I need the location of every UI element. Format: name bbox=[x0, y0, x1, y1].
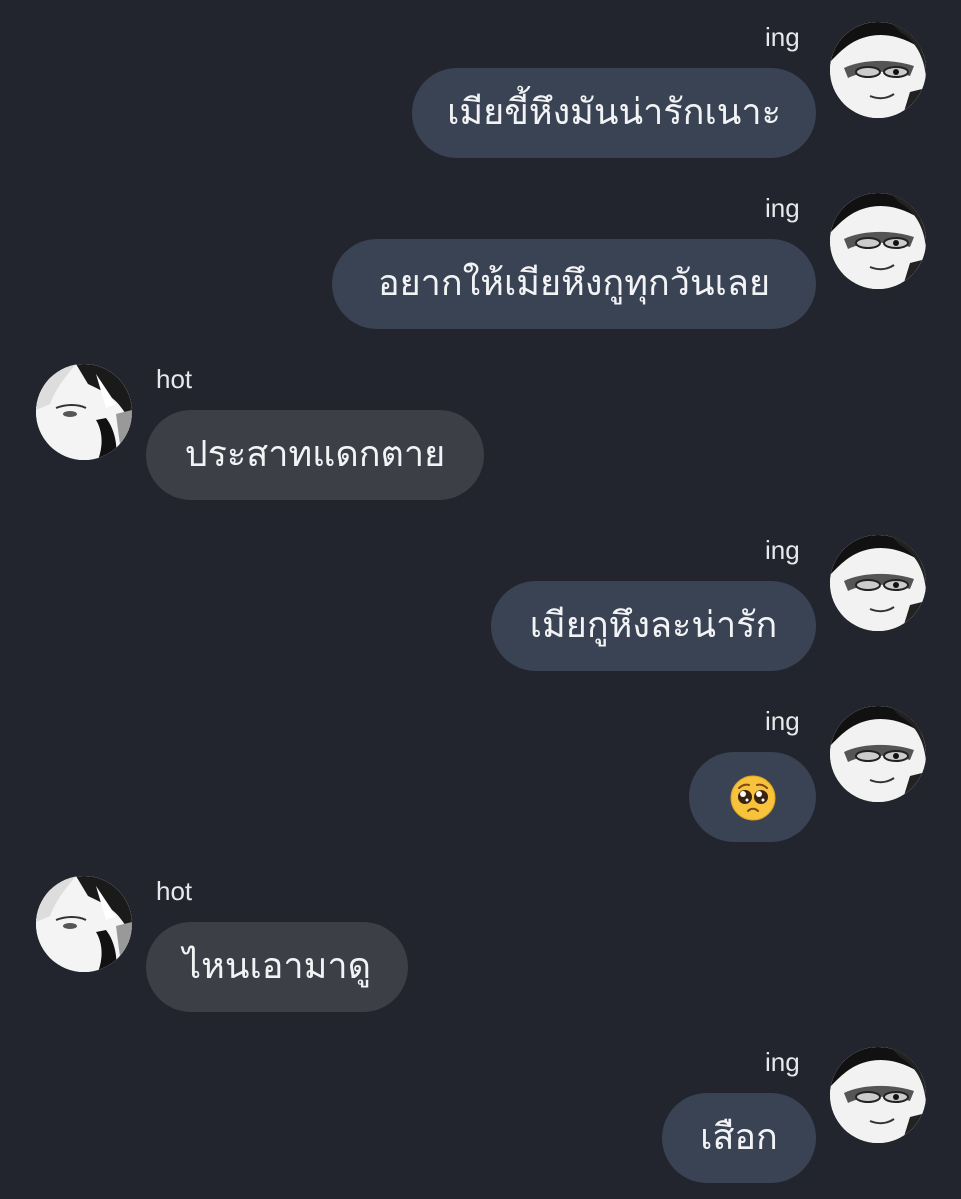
message-bubble[interactable]: เมียขี้หึงมันน่ารักเนาะ bbox=[412, 68, 816, 158]
sender-name: ing bbox=[765, 193, 800, 223]
sender-name: ing bbox=[765, 706, 800, 736]
avatar-hot-image bbox=[36, 876, 132, 972]
sender-name: ing bbox=[765, 22, 800, 52]
message-bubble[interactable]: ไหนเอามาดู bbox=[146, 922, 408, 1012]
avatar-ing-image bbox=[830, 22, 926, 118]
chat-thread: ing เมียขี้หึงมันน่ารักเนาะ ing อยากให้เ… bbox=[0, 0, 961, 1199]
avatar-ing-image bbox=[830, 535, 926, 631]
avatar-ing[interactable] bbox=[830, 706, 926, 802]
sender-name: ing bbox=[765, 535, 800, 565]
message-bubble[interactable]: เสือก bbox=[662, 1093, 816, 1183]
avatar-ing[interactable] bbox=[830, 193, 926, 289]
avatar-hot[interactable] bbox=[36, 876, 132, 972]
pleading-face-emoji-icon bbox=[730, 775, 775, 821]
message-bubble[interactable]: อยากให้เมียหึงกูทุกวันเลย bbox=[332, 239, 816, 329]
sender-name: hot bbox=[156, 364, 193, 394]
avatar-hot[interactable] bbox=[36, 364, 132, 460]
avatar-ing[interactable] bbox=[830, 535, 926, 631]
message-bubble[interactable]: ประสาทแดกตาย bbox=[146, 410, 484, 500]
message-bubble[interactable] bbox=[689, 752, 816, 842]
message-bubble[interactable]: เมียกูหึงละน่ารัก bbox=[491, 581, 816, 671]
sender-name: hot bbox=[156, 876, 193, 906]
avatar-hot-image bbox=[36, 364, 132, 460]
avatar-ing-image bbox=[830, 706, 926, 802]
avatar-ing-image bbox=[830, 193, 926, 289]
avatar-ing[interactable] bbox=[830, 22, 926, 118]
sender-name: ing bbox=[765, 1047, 800, 1077]
avatar-ing-image bbox=[830, 1047, 926, 1143]
avatar-ing[interactable] bbox=[830, 1047, 926, 1143]
